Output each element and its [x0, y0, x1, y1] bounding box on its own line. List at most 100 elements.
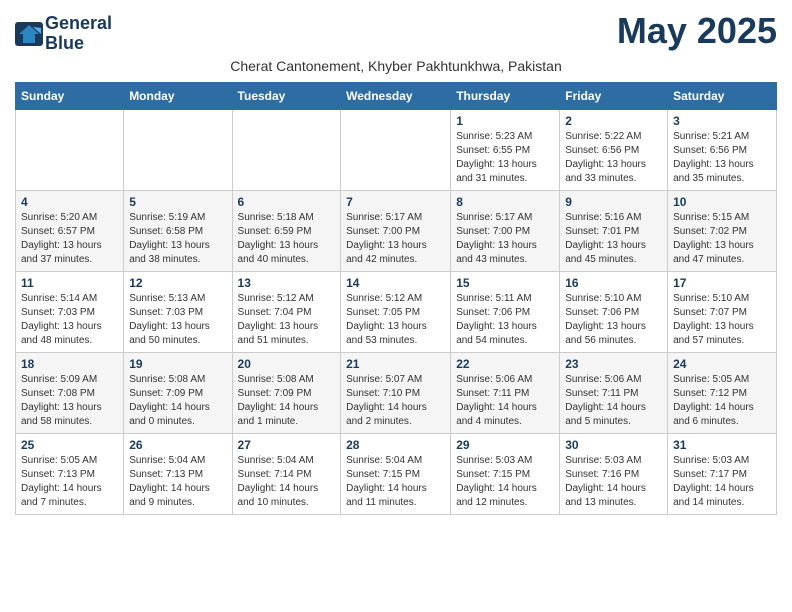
calendar-cell: 24 Sunrise: 5:05 AM Sunset: 7:12 PM Dayli…: [668, 352, 777, 433]
day-info: Sunrise: 5:03 AM Sunset: 7:16 PM Dayligh…: [565, 454, 662, 510]
calendar-cell: 29Sunrise: 5:03 AM Sunset: 7:15 PM Dayli…: [451, 433, 560, 514]
day-info: Sunrise: 5:10 AM Sunset: 7:06 PM Dayligh…: [565, 292, 662, 348]
day-info: Sunrise: 5:18 AM Sunset: 6:59 PM Dayligh…: [238, 211, 336, 267]
title-area: May 2025: [617, 10, 777, 52]
calendar-cell: 5 Sunrise: 5:19 AM Sunset: 6:58 PM Daylig…: [124, 190, 232, 271]
day-info: Sunrise: 5:12 AM Sunset: 7:05 PM Dayligh…: [346, 292, 445, 348]
calendar-cell: 17 Sunrise: 5:10 AM Sunset: 7:07 PM Dayli…: [668, 271, 777, 352]
logo-line2: Blue: [45, 34, 112, 54]
day-number: 16: [565, 276, 662, 290]
day-info: Sunrise: 5:16 AM Sunset: 7:01 PM Dayligh…: [565, 211, 662, 267]
day-number: 28: [346, 438, 445, 452]
calendar-cell: 15 Sunrise: 5:11 AM Sunset: 7:06 PM Dayli…: [451, 271, 560, 352]
page-subtitle: Cherat Cantonement, Khyber Pakhtunkhwa, …: [15, 58, 777, 74]
day-number: 8: [456, 195, 554, 209]
calendar-cell: 8 Sunrise: 5:17 AM Sunset: 7:00 PM Daylig…: [451, 190, 560, 271]
day-number: 18: [21, 357, 118, 371]
day-number: 24: [673, 357, 771, 371]
calendar-cell: 28 Sunrise: 5:04 AM Sunset: 7:15 PM Dayli…: [341, 433, 451, 514]
header-wednesday: Wednesday: [341, 82, 451, 109]
calendar-cell: 13Sunrise: 5:12 AM Sunset: 7:04 PM Dayli…: [232, 271, 341, 352]
day-number: 2: [565, 114, 662, 128]
logo-text: General Blue: [45, 14, 112, 54]
calendar-header: SundayMondayTuesdayWednesdayThursdayFrid…: [16, 82, 777, 109]
week-row-5: 25 Sunrise: 5:05 AM Sunset: 7:13 PM Dayli…: [16, 433, 777, 514]
day-number: 19: [129, 357, 226, 371]
day-info: Sunrise: 5:19 AM Sunset: 6:58 PM Dayligh…: [129, 211, 226, 267]
day-number: 11: [21, 276, 118, 290]
calendar-table: SundayMondayTuesdayWednesdayThursdayFrid…: [15, 82, 777, 515]
day-number: 25: [21, 438, 118, 452]
day-info: Sunrise: 5:04 AM Sunset: 7:15 PM Dayligh…: [346, 454, 445, 510]
calendar-cell: 7Sunrise: 5:17 AM Sunset: 7:00 PM Daylig…: [341, 190, 451, 271]
day-number: 17: [673, 276, 771, 290]
calendar-cell: [232, 109, 341, 190]
day-info: Sunrise: 5:22 AM Sunset: 6:56 PM Dayligh…: [565, 130, 662, 186]
calendar-cell: 2 Sunrise: 5:22 AM Sunset: 6:56 PM Daylig…: [560, 109, 668, 190]
day-number: 4: [21, 195, 118, 209]
day-info: Sunrise: 5:12 AM Sunset: 7:04 PM Dayligh…: [238, 292, 336, 348]
day-number: 26: [129, 438, 226, 452]
day-info: Sunrise: 5:03 AM Sunset: 7:17 PM Dayligh…: [673, 454, 771, 510]
calendar-cell: 3Sunrise: 5:21 AM Sunset: 6:56 PM Daylig…: [668, 109, 777, 190]
calendar-cell: 11 Sunrise: 5:14 AM Sunset: 7:03 PM Dayli…: [16, 271, 124, 352]
day-number: 1: [456, 114, 554, 128]
day-number: 3: [673, 114, 771, 128]
day-info: Sunrise: 5:11 AM Sunset: 7:06 PM Dayligh…: [456, 292, 554, 348]
day-info: Sunrise: 5:09 AM Sunset: 7:08 PM Dayligh…: [21, 373, 118, 429]
week-row-2: 4 Sunrise: 5:20 AM Sunset: 6:57 PM Daylig…: [16, 190, 777, 271]
day-info: Sunrise: 5:17 AM Sunset: 7:00 PM Dayligh…: [346, 211, 445, 267]
calendar-cell: 21 Sunrise: 5:07 AM Sunset: 7:10 PM Dayli…: [341, 352, 451, 433]
week-row-3: 11 Sunrise: 5:14 AM Sunset: 7:03 PM Dayli…: [16, 271, 777, 352]
day-number: 9: [565, 195, 662, 209]
calendar-cell: 31 Sunrise: 5:03 AM Sunset: 7:17 PM Dayli…: [668, 433, 777, 514]
header-friday: Friday: [560, 82, 668, 109]
day-number: 15: [456, 276, 554, 290]
day-number: 20: [238, 357, 336, 371]
day-number: 27: [238, 438, 336, 452]
page-header: General Blue May 2025: [15, 10, 777, 54]
logo-line1: General: [45, 14, 112, 34]
calendar-cell: 9 Sunrise: 5:16 AM Sunset: 7:01 PM Daylig…: [560, 190, 668, 271]
calendar-cell: [124, 109, 232, 190]
day-info: Sunrise: 5:20 AM Sunset: 6:57 PM Dayligh…: [21, 211, 118, 267]
calendar-cell: [16, 109, 124, 190]
day-info: Sunrise: 5:05 AM Sunset: 7:12 PM Dayligh…: [673, 373, 771, 429]
day-info: Sunrise: 5:06 AM Sunset: 7:11 PM Dayligh…: [565, 373, 662, 429]
day-number: 14: [346, 276, 445, 290]
day-info: Sunrise: 5:04 AM Sunset: 7:13 PM Dayligh…: [129, 454, 226, 510]
day-number: 6: [238, 195, 336, 209]
day-number: 5: [129, 195, 226, 209]
header-row: SundayMondayTuesdayWednesdayThursdayFrid…: [16, 82, 777, 109]
day-info: Sunrise: 5:05 AM Sunset: 7:13 PM Dayligh…: [21, 454, 118, 510]
day-info: Sunrise: 5:08 AM Sunset: 7:09 PM Dayligh…: [129, 373, 226, 429]
calendar-cell: 12 Sunrise: 5:13 AM Sunset: 7:03 PM Dayli…: [124, 271, 232, 352]
day-info: Sunrise: 5:14 AM Sunset: 7:03 PM Dayligh…: [21, 292, 118, 348]
header-saturday: Saturday: [668, 82, 777, 109]
day-number: 12: [129, 276, 226, 290]
day-number: 30: [565, 438, 662, 452]
day-number: 21: [346, 357, 445, 371]
calendar-cell: 4 Sunrise: 5:20 AM Sunset: 6:57 PM Daylig…: [16, 190, 124, 271]
day-info: Sunrise: 5:23 AM Sunset: 6:55 PM Dayligh…: [456, 130, 554, 186]
calendar-cell: 22Sunrise: 5:06 AM Sunset: 7:11 PM Dayli…: [451, 352, 560, 433]
day-number: 10: [673, 195, 771, 209]
calendar-cell: 14 Sunrise: 5:12 AM Sunset: 7:05 PM Dayli…: [341, 271, 451, 352]
calendar-cell: 26 Sunrise: 5:04 AM Sunset: 7:13 PM Dayli…: [124, 433, 232, 514]
day-number: 31: [673, 438, 771, 452]
calendar-cell: 27Sunrise: 5:04 AM Sunset: 7:14 PM Dayli…: [232, 433, 341, 514]
day-number: 23: [565, 357, 662, 371]
week-row-4: 18 Sunrise: 5:09 AM Sunset: 7:08 PM Dayli…: [16, 352, 777, 433]
calendar-cell: 20Sunrise: 5:08 AM Sunset: 7:09 PM Dayli…: [232, 352, 341, 433]
day-info: Sunrise: 5:13 AM Sunset: 7:03 PM Dayligh…: [129, 292, 226, 348]
day-info: Sunrise: 5:10 AM Sunset: 7:07 PM Dayligh…: [673, 292, 771, 348]
month-title: May 2025: [617, 10, 777, 52]
calendar-cell: 19 Sunrise: 5:08 AM Sunset: 7:09 PM Dayli…: [124, 352, 232, 433]
day-info: Sunrise: 5:17 AM Sunset: 7:00 PM Dayligh…: [456, 211, 554, 267]
calendar-cell: [341, 109, 451, 190]
header-thursday: Thursday: [451, 82, 560, 109]
calendar-cell: 30 Sunrise: 5:03 AM Sunset: 7:16 PM Dayli…: [560, 433, 668, 514]
day-info: Sunrise: 5:06 AM Sunset: 7:11 PM Dayligh…: [456, 373, 554, 429]
calendar-cell: 25 Sunrise: 5:05 AM Sunset: 7:13 PM Dayli…: [16, 433, 124, 514]
day-info: Sunrise: 5:07 AM Sunset: 7:10 PM Dayligh…: [346, 373, 445, 429]
